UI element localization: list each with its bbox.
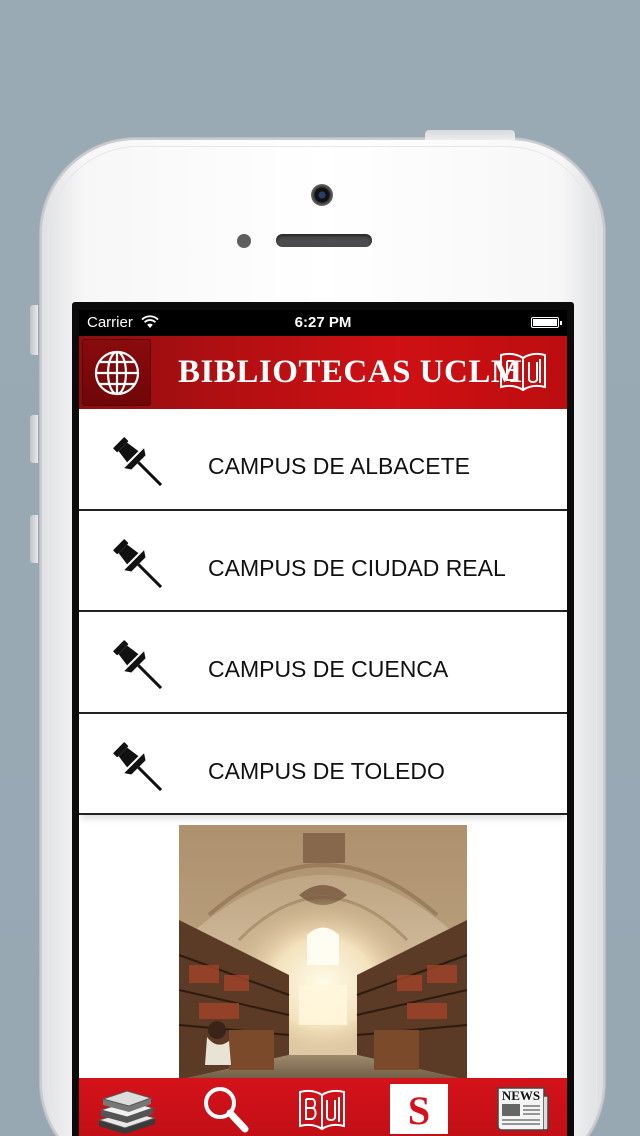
newspaper-icon: NEWS	[497, 1087, 549, 1131]
s-badge-label: S	[408, 1088, 430, 1133]
power-button	[425, 130, 515, 140]
app-title: BIBLIOTECAS UCLM	[178, 354, 523, 390]
app-screen: Carrier 6:27 PM BIBLIOTECAS UCLM CAMPUS …	[79, 310, 567, 1136]
battery-icon	[531, 317, 562, 328]
volume-down-button	[30, 515, 38, 563]
earpiece-speaker	[276, 234, 372, 247]
bottom-tab-bar: S NEWS	[79, 1078, 567, 1136]
books-stack-icon	[97, 1090, 157, 1134]
pushpin-icon	[113, 538, 163, 588]
library-interior-photo	[179, 825, 467, 1080]
tab-books[interactable]	[87, 1078, 167, 1136]
campus-row-cuenca[interactable]: CAMPUS DE CUENCA	[79, 612, 567, 714]
globe-button[interactable]	[82, 339, 151, 406]
volume-up-button	[30, 415, 38, 463]
campus-row-toledo[interactable]: CAMPUS DE TOLEDO	[79, 713, 567, 815]
tab-library[interactable]	[284, 1078, 364, 1136]
tab-s[interactable]: S	[384, 1078, 464, 1136]
globe-icon	[94, 350, 140, 396]
library-book-logo-icon	[500, 353, 546, 392]
mute-switch	[30, 305, 38, 355]
campus-list: CAMPUS DE ALBACETE CAMPUS DE CIUDAD REAL	[79, 409, 567, 815]
front-camera	[311, 184, 333, 206]
news-label: NEWS	[502, 1088, 540, 1103]
magnifier-search-icon	[204, 1087, 249, 1133]
app-header: BIBLIOTECAS UCLM	[79, 336, 567, 409]
status-bar: Carrier 6:27 PM	[79, 310, 567, 336]
campus-row-ciudad-real[interactable]: CAMPUS DE CIUDAD REAL	[79, 510, 567, 612]
campus-label: CAMPUS DE ALBACETE	[208, 453, 471, 479]
library-book-logo-icon	[299, 1090, 345, 1131]
tab-search[interactable]	[187, 1078, 267, 1136]
campus-label: CAMPUS DE CUENCA	[208, 656, 449, 682]
tab-news[interactable]: NEWS	[484, 1078, 564, 1136]
campus-label: CAMPUS DE TOLEDO	[208, 757, 445, 784]
clock: 6:27 PM	[294, 314, 352, 331]
proximity-sensor	[237, 234, 251, 248]
campus-row-albacete[interactable]: CAMPUS DE ALBACETE	[79, 409, 567, 511]
campus-label: CAMPUS DE CIUDAD REAL	[208, 554, 506, 581]
pushpin-icon	[113, 640, 163, 690]
pushpin-icon	[113, 437, 163, 487]
pushpin-icon	[113, 741, 163, 791]
s-badge-icon: S	[390, 1084, 448, 1134]
